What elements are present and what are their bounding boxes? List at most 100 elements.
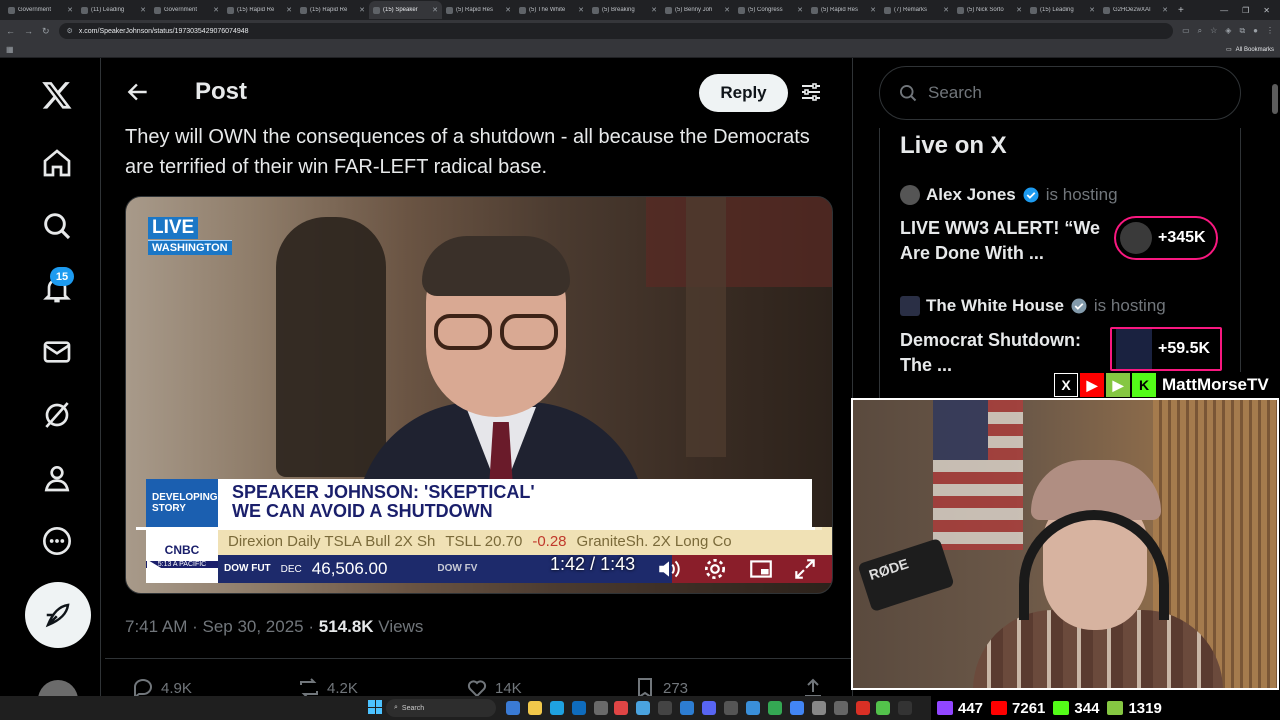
browser-tab[interactable]: (5) Rapid Res ✕: [442, 1, 515, 19]
host-row[interactable]: Alex Jones is hosting: [900, 185, 1118, 205]
taskbar-app-icon[interactable]: [506, 701, 520, 715]
zoom-icon[interactable]: ⌕: [1198, 26, 1202, 36]
taskbar-app-icon[interactable]: [614, 701, 628, 715]
apps-grid-icon[interactable]: ▦: [6, 45, 14, 54]
back-nav-icon[interactable]: ←: [6, 26, 15, 36]
chrome-icon[interactable]: [768, 701, 782, 715]
profile-nav-icon[interactable]: [36, 457, 78, 499]
browser-tab[interactable]: (5) Nick Sorto ✕: [953, 1, 1026, 19]
taskbar-app-icon[interactable]: [658, 701, 672, 715]
scrollbar-thumb[interactable]: [1272, 84, 1278, 114]
home-icon[interactable]: [36, 142, 78, 184]
store-icon[interactable]: [572, 701, 586, 715]
x-logo-icon[interactable]: [36, 74, 78, 116]
tab-close-icon[interactable]: ✕: [1089, 6, 1095, 14]
fullscreen-icon[interactable]: [792, 556, 818, 582]
tab-close-icon[interactable]: ✕: [505, 6, 511, 14]
like-action[interactable]: 14K: [465, 676, 522, 696]
messages-icon[interactable]: [36, 331, 78, 373]
bookmark-star-icon[interactable]: ☆: [1210, 26, 1217, 36]
taskbar-app-icon[interactable]: [636, 701, 650, 715]
tab-close-icon[interactable]: ✕: [67, 6, 73, 14]
more-icon[interactable]: [36, 520, 78, 562]
puzzle-icon[interactable]: ⧉: [1239, 26, 1245, 36]
taskbar-app-icon[interactable]: [898, 701, 912, 715]
forward-nav-icon[interactable]: →: [24, 26, 33, 36]
tab-close-icon[interactable]: ✕: [797, 6, 803, 14]
compose-post-button[interactable]: [25, 582, 91, 648]
browser-tab[interactable]: (15) Speaker ✕: [369, 1, 442, 19]
reply-button[interactable]: Reply: [699, 74, 788, 112]
host-row[interactable]: The White House is hosting: [900, 296, 1166, 316]
search-input[interactable]: [928, 83, 1228, 103]
browser-tab[interactable]: (7) Remarks ✕: [880, 1, 953, 19]
taskbar-app-icon[interactable]: [812, 701, 826, 715]
reload-icon[interactable]: ↻: [42, 26, 50, 37]
discord-icon[interactable]: [702, 701, 716, 715]
browser-tab[interactable]: (15) Rapid Re ✕: [296, 1, 369, 19]
taskbar-app-icon[interactable]: [594, 701, 608, 715]
browser-tab[interactable]: (15) Rapid Re ✕: [223, 1, 296, 19]
tab-close-icon[interactable]: ✕: [213, 6, 219, 14]
menu-icon[interactable]: ⋮: [1266, 26, 1274, 36]
browser-tab[interactable]: (5) Rapid Res ✕: [807, 1, 880, 19]
chrome-icon[interactable]: [790, 701, 804, 715]
close-window-icon[interactable]: ✕: [1263, 6, 1270, 15]
file-explorer-icon[interactable]: [528, 701, 542, 715]
minimize-icon[interactable]: —: [1220, 6, 1228, 15]
back-arrow-icon[interactable]: [125, 79, 151, 105]
listener-pill[interactable]: +345K: [1114, 216, 1218, 260]
picture-in-picture-icon[interactable]: [748, 556, 774, 582]
tab-close-icon[interactable]: ✕: [359, 6, 365, 14]
taskbar-app-icon[interactable]: [856, 701, 870, 715]
taskbar-app-icon[interactable]: [680, 701, 694, 715]
all-bookmarks[interactable]: ▭ All Bookmarks: [1226, 46, 1274, 54]
play-icon[interactable]: [140, 556, 168, 584]
browser-tab[interactable]: Government ✕: [150, 1, 223, 19]
taskbar-search[interactable]: ⌕ Search: [386, 699, 496, 717]
listener-pill[interactable]: +59.5K: [1110, 327, 1223, 371]
space-title[interactable]: LIVE WW3 ALERT! “We Are Done With ...: [900, 216, 1100, 266]
url-input[interactable]: ⚙ x.com/SpeakerJohnson/status/1973035429…: [58, 23, 1174, 39]
settings-gear-icon[interactable]: [702, 556, 728, 582]
bookmark-action[interactable]: 273: [633, 676, 688, 696]
windows-start-icon[interactable]: [368, 700, 382, 714]
search-box[interactable]: [879, 66, 1241, 120]
profile-icon[interactable]: ●: [1253, 26, 1258, 36]
maximize-icon[interactable]: ❐: [1242, 6, 1249, 15]
tab-close-icon[interactable]: ✕: [943, 6, 949, 14]
taskbar-app-icon[interactable]: [834, 701, 848, 715]
video-progress-bar[interactable]: [136, 527, 822, 530]
browser-tab[interactable]: (5) Congress ✕: [734, 1, 807, 19]
extension-icon[interactable]: ◈: [1225, 26, 1231, 36]
browser-tab[interactable]: (11) Leading ✕: [77, 1, 150, 19]
browser-tab[interactable]: (15) Leading ✕: [1026, 1, 1099, 19]
account-avatar[interactable]: [38, 680, 78, 696]
tweet-timestamp[interactable]: 7:41 AM · Sep 30, 2025 ·: [125, 617, 319, 636]
browser-tab[interactable]: (5) Breaking ✕: [588, 1, 661, 19]
tab-close-icon[interactable]: ✕: [432, 6, 438, 14]
volume-icon[interactable]: [656, 556, 682, 582]
video-player[interactable]: LIVE WASHINGTON DEVELOPING STORY SPEAKER…: [125, 196, 833, 594]
edge-icon[interactable]: [550, 701, 564, 715]
explore-search-icon[interactable]: [36, 205, 78, 247]
tab-close-icon[interactable]: ✕: [870, 6, 876, 14]
browser-tab[interactable]: G2HOe2wXAI ✕: [1099, 1, 1172, 19]
taskbar-app-icon[interactable]: [876, 701, 890, 715]
tab-close-icon[interactable]: ✕: [578, 6, 584, 14]
browser-tab[interactable]: Government ✕: [4, 1, 77, 19]
reply-action[interactable]: 4.9K: [131, 676, 192, 696]
browser-tab[interactable]: (5) The White ✕: [515, 1, 588, 19]
repost-action[interactable]: 4.2K: [297, 676, 358, 696]
share-action[interactable]: [801, 676, 825, 696]
sliders-icon[interactable]: [799, 80, 823, 104]
grok-icon[interactable]: [36, 394, 78, 436]
taskbar-app-icon[interactable]: [724, 701, 738, 715]
tab-close-icon[interactable]: ✕: [286, 6, 292, 14]
cast-icon[interactable]: ▭: [1182, 26, 1190, 36]
site-info-icon[interactable]: ⚙: [67, 27, 73, 35]
tab-close-icon[interactable]: ✕: [724, 6, 730, 14]
tab-close-icon[interactable]: ✕: [140, 6, 146, 14]
space-title[interactable]: Democrat Shutdown: The ...: [900, 328, 1100, 378]
browser-tab[interactable]: (5) Benny Joh ✕: [661, 1, 734, 19]
